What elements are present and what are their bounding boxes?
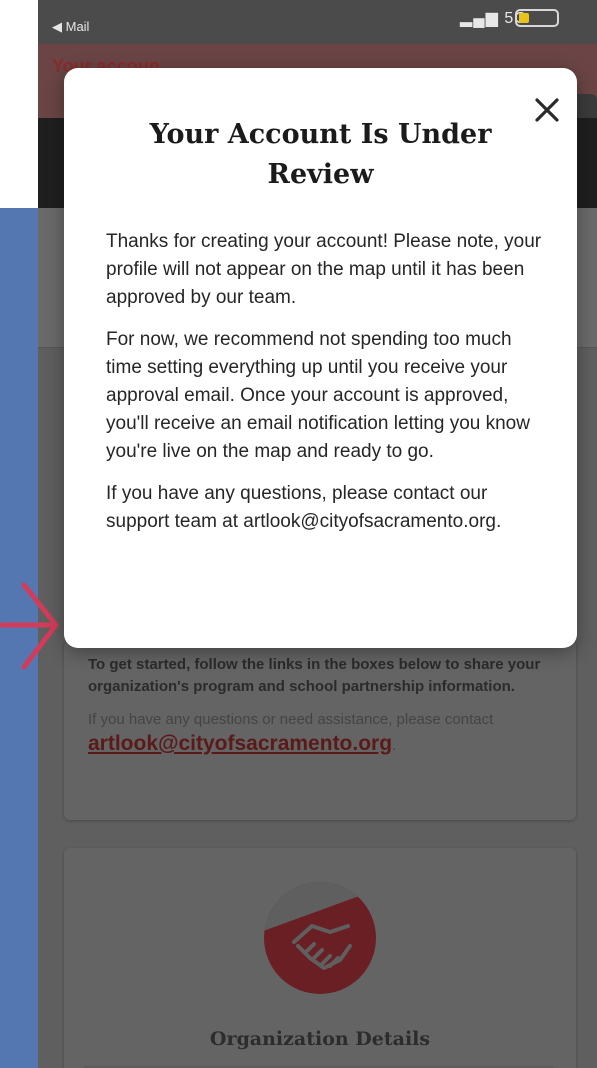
getting-started-card: To get started, follow the links in the … <box>64 640 576 820</box>
status-bar: ◀ Mail ▂▄▆ 5G <box>38 0 597 44</box>
getting-started-help: If you have any questions or need assist… <box>88 708 558 758</box>
battery-icon <box>515 9 559 27</box>
modal-paragraph: Thanks for creating your account! Please… <box>106 231 542 308</box>
back-to-mail-link[interactable]: ◀ Mail <box>52 19 89 35</box>
modal-title: Your Account Is Under Review <box>149 119 492 190</box>
annotation-white-margin <box>0 0 38 208</box>
organization-details-card[interactable]: Organization Details <box>64 848 576 1068</box>
modal-paragraph: If you have any questions, please contac… <box>106 483 502 532</box>
annotation-arrow-icon <box>0 582 59 670</box>
support-email-link[interactable]: artlook@cityofsacramento.org <box>88 732 392 755</box>
modal-paragraph: For now, we recommend not spending too m… <box>106 329 530 462</box>
organization-details-title: Organization Details <box>209 1028 431 1050</box>
modal-body: Thanks for creating your account! Please… <box>106 228 546 550</box>
handshake-icon <box>264 882 376 994</box>
help-text: If you have any questions or need assist… <box>88 711 494 728</box>
account-review-modal: Your Account Is Under Review Thanks for … <box>64 68 577 648</box>
getting-started-instructions: To get started, follow the links in the … <box>88 656 541 695</box>
help-trailing: . <box>392 737 397 754</box>
